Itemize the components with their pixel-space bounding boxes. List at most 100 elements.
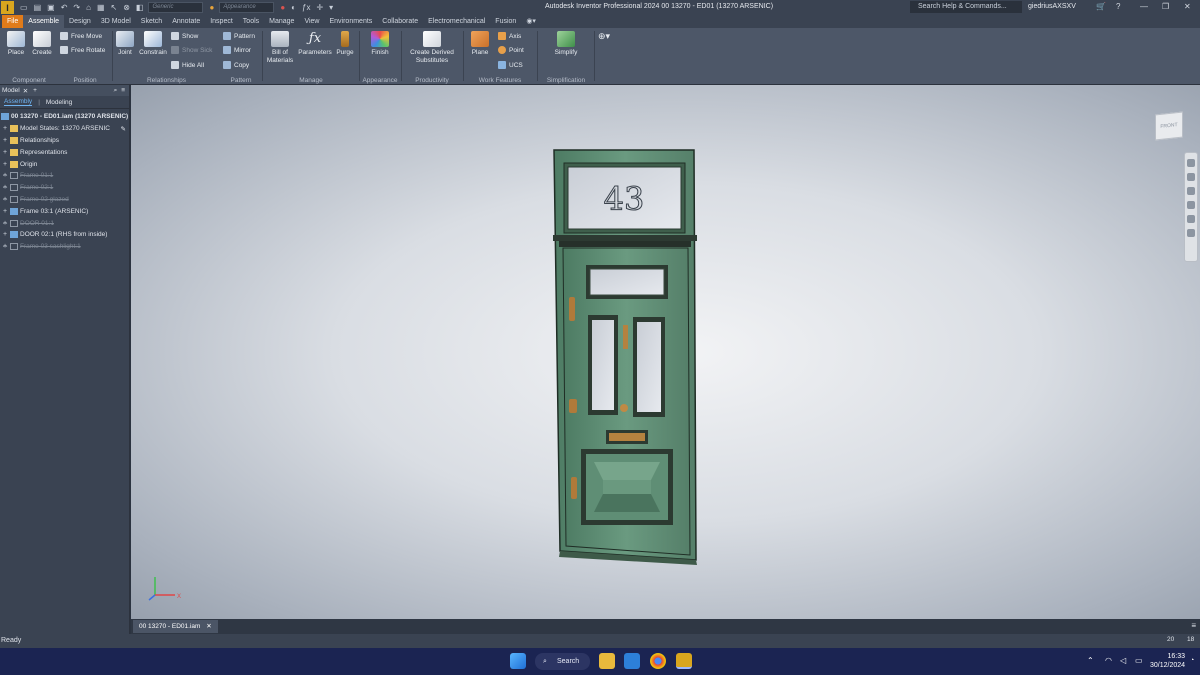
edit-icon[interactable]: ✎	[121, 125, 126, 133]
door-model[interactable]: 43	[551, 147, 841, 567]
help-icon[interactable]: ?	[1116, 2, 1120, 11]
zoom-icon[interactable]	[1187, 187, 1195, 195]
select-icon[interactable]: ↖	[111, 3, 118, 12]
close-browser-icon[interactable]: ✕	[23, 87, 28, 95]
tab-assemble[interactable]: Assemble	[23, 15, 65, 28]
tab-manage[interactable]: Manage	[264, 15, 299, 28]
tab-inspect[interactable]: Inspect	[205, 15, 238, 28]
simplify-button[interactable]: Simplify	[550, 31, 582, 57]
add-panel-icon[interactable]: ⊕▾	[598, 31, 610, 42]
tree-item[interactable]: + Frame 01:1	[0, 170, 129, 182]
outlook-icon[interactable]	[624, 653, 640, 669]
point-button[interactable]: Point	[498, 46, 524, 54]
create-derived-substitutes-button[interactable]: Create Derived Substitutes	[404, 31, 460, 65]
tab-3d-model[interactable]: 3D Model	[96, 15, 136, 28]
tree-item[interactable]: + Frame 02 glazed	[0, 194, 129, 206]
free-rotate-button[interactable]: Free Rotate	[60, 46, 105, 54]
tree-item[interactable]: + DOOR 02:1 (RHS from inside)	[0, 229, 129, 241]
inventor-logo-icon[interactable]: I	[1, 1, 14, 14]
close-icon[interactable]: ✕	[1184, 2, 1191, 11]
look-at-icon[interactable]	[1187, 215, 1195, 223]
expand-icon[interactable]: +	[3, 161, 10, 168]
expand-icon[interactable]: +	[3, 220, 10, 227]
windows-start-icon[interactable]	[510, 653, 526, 669]
fx-icon[interactable]: ƒx	[302, 3, 310, 12]
close-doc-icon[interactable]: ⊗	[123, 3, 130, 12]
hide-all-button[interactable]: Hide All	[171, 61, 204, 69]
material-combo[interactable]: Generic	[148, 2, 204, 13]
tree-item[interactable]: + Relationships	[0, 135, 129, 147]
tree-item[interactable]: + Representations	[0, 146, 129, 158]
battery-icon[interactable]: ▭	[1135, 656, 1143, 665]
ucs-button[interactable]: UCS	[498, 61, 523, 69]
tab-collaborate[interactable]: Collaborate	[377, 15, 423, 28]
tab-file[interactable]: File	[2, 15, 24, 28]
undo-icon[interactable]: ↶	[61, 3, 68, 12]
search-icon[interactable]: ⌕	[114, 87, 118, 95]
open-file-icon[interactable]: ▤	[34, 3, 42, 12]
taskbar-search[interactable]: ⌕ Search	[535, 653, 590, 670]
show-button[interactable]: Show	[171, 32, 198, 40]
update-icon[interactable]: ▦	[97, 3, 105, 12]
free-move-button[interactable]: Free Move	[60, 32, 102, 40]
tray-chevron-icon[interactable]: ⌃	[1087, 656, 1094, 665]
minimize-icon[interactable]: —	[1140, 2, 1148, 11]
tab-design[interactable]: Design	[64, 15, 96, 28]
tab-modeling[interactable]: Modeling	[46, 99, 72, 106]
graphics-viewport[interactable]: 43 FRONT X	[131, 85, 1200, 619]
customize-icon[interactable]: ▾	[329, 3, 333, 12]
file-explorer-icon[interactable]	[599, 653, 615, 669]
axis-button[interactable]: Axis	[498, 32, 521, 40]
browser-menu-icon[interactable]: ≡	[121, 87, 125, 94]
restore-icon[interactable]: ❐	[1162, 2, 1169, 11]
tree-item[interactable]: + Model States: 13270 ARSENIC ✎	[0, 123, 129, 135]
taskbar-clock[interactable]: 16:33 30/12/2024	[1150, 652, 1185, 670]
chrome-icon[interactable]	[650, 653, 666, 669]
add-browser-icon[interactable]: +	[33, 87, 37, 94]
new-file-icon[interactable]: ▭	[20, 3, 28, 12]
expand-icon[interactable]: +	[3, 196, 10, 203]
plane-button[interactable]: Plane	[466, 31, 494, 57]
volume-icon[interactable]: ◁	[1120, 656, 1126, 665]
appearance-combo[interactable]: Appearance	[219, 2, 275, 13]
place-button[interactable]: Place	[4, 31, 28, 57]
notification-icon[interactable]: ◔	[1190, 657, 1194, 664]
wifi-icon[interactable]: ◠	[1105, 656, 1112, 665]
tree-root[interactable]: 00 13270 - ED01.iam (13270 ARSENIC)	[0, 111, 129, 123]
steering-wheel-icon[interactable]	[1187, 159, 1195, 167]
parameters-button[interactable]: ƒx Parameters	[297, 31, 333, 57]
visibility-icon[interactable]: ◉▾	[521, 15, 541, 28]
tab-assembly[interactable]: Assembly	[4, 98, 33, 106]
tree-item[interactable]: + Frame 03:1 (ARSENIC)	[0, 205, 129, 217]
view-cube[interactable]: FRONT	[1155, 111, 1183, 141]
expand-icon[interactable]: +	[3, 137, 10, 144]
tree-item[interactable]: + Origin	[0, 158, 129, 170]
copy-button[interactable]: Copy	[223, 61, 249, 69]
constrain-button[interactable]: Constrain	[137, 31, 169, 57]
tab-fusion[interactable]: Fusion	[490, 15, 521, 28]
pattern-button[interactable]: Pattern	[223, 32, 255, 40]
project-icon[interactable]: ◧	[136, 3, 144, 12]
expand-icon[interactable]: +	[3, 231, 10, 238]
save-icon[interactable]: ▣	[47, 3, 55, 12]
adjust-icon[interactable]: ◐	[291, 3, 296, 12]
orbit-icon[interactable]	[1187, 201, 1195, 209]
close-tab-icon[interactable]: ✕	[206, 623, 211, 630]
tab-sketch[interactable]: Sketch	[136, 15, 167, 28]
mirror-button[interactable]: Mirror	[223, 46, 251, 54]
joint-button[interactable]: Joint	[115, 31, 135, 57]
inventor-taskbar-icon[interactable]	[676, 653, 692, 669]
show-sick-button[interactable]: Show Sick	[171, 46, 212, 54]
help-search-input[interactable]: Search Help & Commands...	[910, 1, 1022, 13]
expand-icon[interactable]: +	[3, 125, 10, 132]
appearance-ball-icon[interactable]: ●	[209, 3, 214, 12]
tab-electromechanical[interactable]: Electromechanical	[423, 15, 490, 28]
expand-icon[interactable]: +	[3, 184, 10, 191]
nav-settings-icon[interactable]	[1187, 229, 1195, 237]
expand-icon[interactable]: +	[3, 172, 10, 179]
add-icon[interactable]: ✛	[316, 3, 323, 12]
tree-item[interactable]: + Frame 03 sashlight:1	[0, 241, 129, 253]
create-button[interactable]: Create	[30, 31, 54, 57]
expand-icon[interactable]: +	[3, 208, 10, 215]
purge-button[interactable]: Purge	[333, 31, 357, 57]
